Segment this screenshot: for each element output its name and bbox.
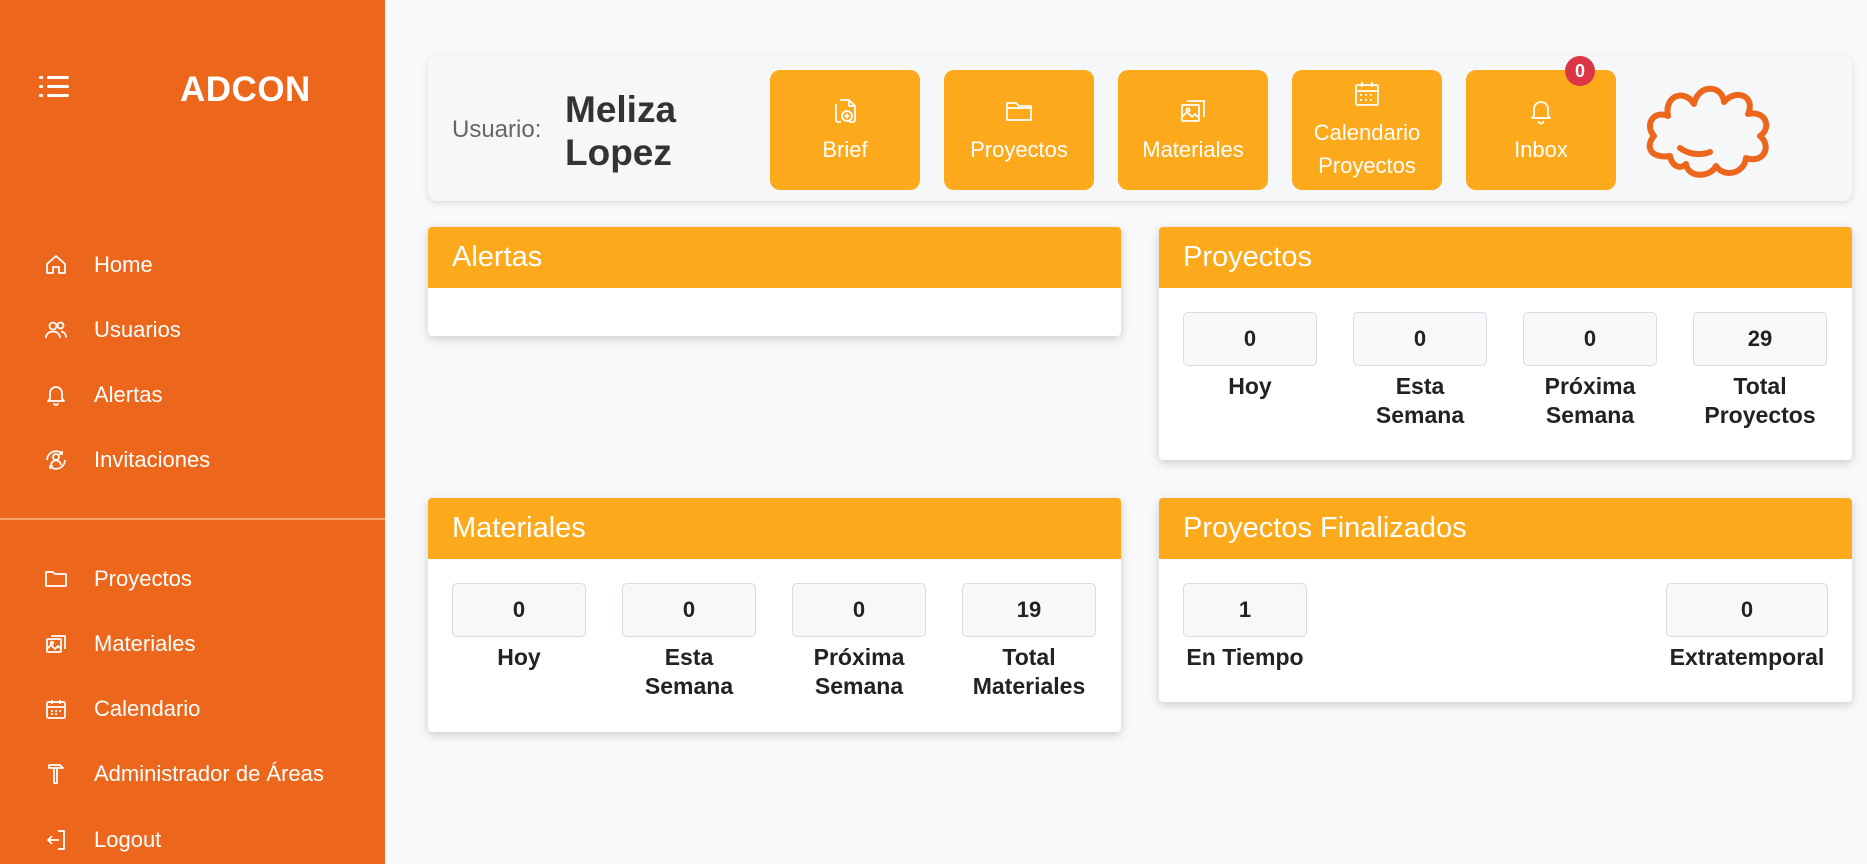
stat-value: 0 — [452, 583, 586, 637]
logout-icon — [44, 828, 68, 852]
sidebar-item-label: Materiales — [94, 631, 196, 656]
stat-value: 0 — [622, 583, 756, 637]
adcon-logo — [1640, 74, 1788, 184]
sidebar-item-label: Logout — [94, 827, 162, 852]
stat-label: Próxima Semana — [1544, 373, 1636, 428]
stat-value: 1 — [1183, 583, 1307, 637]
proyectos-card: Proyectos 0 Hoy 0 Esta Semana 0 Próxima … — [1159, 227, 1852, 460]
proyectos-button[interactable]: Proyectos — [944, 70, 1094, 190]
hamburger-menu-icon[interactable] — [38, 74, 70, 100]
sidebar-item-home[interactable]: Home — [44, 243, 153, 287]
stat-label: En Tiempo — [1186, 644, 1304, 670]
sidebar-item-calendario[interactable]: Calendario — [44, 687, 200, 731]
calendar-icon — [44, 697, 68, 721]
stat-hoy: 0 Hoy — [452, 583, 586, 672]
sidebar-item-label: Home — [94, 252, 153, 277]
users-icon — [44, 318, 68, 342]
materiales-card-title: Materiales — [428, 498, 1121, 559]
bell-icon — [44, 383, 68, 407]
stat-total: 29 Total Proyectos — [1693, 312, 1827, 430]
folder-icon — [44, 567, 68, 591]
proyectos-finalizados-card-title: Proyectos Finalizados — [1159, 498, 1852, 559]
calendario-proyectos-button-label: Calendario Proyectos — [1313, 120, 1421, 178]
sidebar-item-logout[interactable]: Logout — [44, 818, 161, 862]
alertas-card-title: Alertas — [428, 227, 1121, 288]
sidebar-item-alertas[interactable]: Alertas — [44, 373, 162, 417]
materiales-button[interactable]: Materiales — [1118, 70, 1268, 190]
stat-value: 19 — [962, 583, 1096, 637]
stat-label: Hoy — [497, 644, 541, 670]
proyectos-finalizados-card: Proyectos Finalizados 1 En Tiempo 0 Extr… — [1159, 498, 1852, 702]
stat-label: Total Proyectos — [1704, 373, 1816, 428]
sidebar-item-invitaciones[interactable]: Invitaciones — [44, 438, 210, 482]
stat-value: 0 — [1523, 312, 1657, 366]
stat-esta-semana: 0 Esta Semana — [1353, 312, 1487, 430]
stat-proxima-semana: 0 Próxima Semana — [1523, 312, 1657, 430]
sidebar-item-materiales[interactable]: Materiales — [44, 622, 195, 666]
stat-label: Próxima Semana — [813, 644, 905, 699]
stat-value: 0 — [1353, 312, 1487, 366]
proyectos-button-label: Proyectos — [970, 136, 1068, 162]
stat-value: 0 — [792, 583, 926, 637]
stat-value: 29 — [1693, 312, 1827, 366]
stat-value: 0 — [1666, 583, 1828, 637]
stat-hoy: 0 Hoy — [1183, 312, 1317, 401]
images-icon — [1177, 95, 1209, 127]
stat-extratemporal: 0 Extratemporal — [1666, 583, 1828, 672]
sidebar-item-usuarios[interactable]: Usuarios — [44, 308, 181, 352]
sidebar-item-label: Proyectos — [94, 566, 192, 591]
sidebar: ADCON Home Usuarios Alertas Invitaciones… — [0, 0, 385, 864]
calendar-icon — [1351, 78, 1383, 110]
stat-proxima-semana: 0 Próxima Semana — [792, 583, 926, 701]
sidebar-item-label: Administrador de Áreas — [94, 761, 324, 786]
brief-button[interactable]: Brief — [770, 70, 920, 190]
sidebar-item-administrador-areas[interactable]: Administrador de Áreas — [44, 752, 324, 796]
sidebar-item-label: Invitaciones — [94, 447, 211, 472]
inbox-button[interactable]: Inbox — [1466, 70, 1616, 190]
proyectos-card-title: Proyectos — [1159, 227, 1852, 288]
invitations-icon — [44, 448, 68, 472]
bell-icon — [1525, 95, 1557, 127]
hammer-icon — [44, 762, 68, 786]
file-add-icon — [829, 95, 861, 127]
header-bar: Usuario: Meliza Lopez Brief Proyectos Ma… — [428, 56, 1852, 201]
inbox-badge: 0 — [1565, 56, 1595, 86]
stat-label: Esta Semana — [644, 644, 734, 699]
home-icon — [44, 253, 68, 277]
images-icon — [44, 632, 68, 656]
brand-title: ADCON — [180, 70, 311, 109]
alertas-card: Alertas — [428, 227, 1121, 336]
stat-total: 19 Total Materiales — [962, 583, 1096, 701]
brief-button-label: Brief — [822, 136, 868, 162]
calendario-proyectos-button[interactable]: Calendario Proyectos — [1292, 70, 1442, 190]
sidebar-item-label: Calendario — [94, 696, 201, 721]
stat-label: Hoy — [1228, 373, 1272, 399]
user-label: Usuario: — [452, 116, 542, 143]
stat-label: Total Materiales — [972, 644, 1086, 699]
materiales-card: Materiales 0 Hoy 0 Esta Semana 0 Próxima… — [428, 498, 1121, 732]
sidebar-item-label: Usuarios — [94, 317, 181, 342]
user-name: Meliza Lopez — [565, 89, 677, 173]
stat-en-tiempo: 1 En Tiempo — [1183, 583, 1307, 672]
stat-esta-semana: 0 Esta Semana — [622, 583, 756, 701]
sidebar-item-label: Alertas — [94, 382, 163, 407]
sidebar-divider — [0, 518, 385, 520]
folder-icon — [1003, 95, 1035, 127]
stat-label: Esta Semana — [1375, 373, 1465, 428]
sidebar-item-proyectos[interactable]: Proyectos — [44, 557, 192, 601]
stat-value: 0 — [1183, 312, 1317, 366]
materiales-button-label: Materiales — [1142, 136, 1244, 162]
stat-label: Extratemporal — [1669, 644, 1825, 670]
inbox-button-label: Inbox — [1514, 136, 1568, 162]
